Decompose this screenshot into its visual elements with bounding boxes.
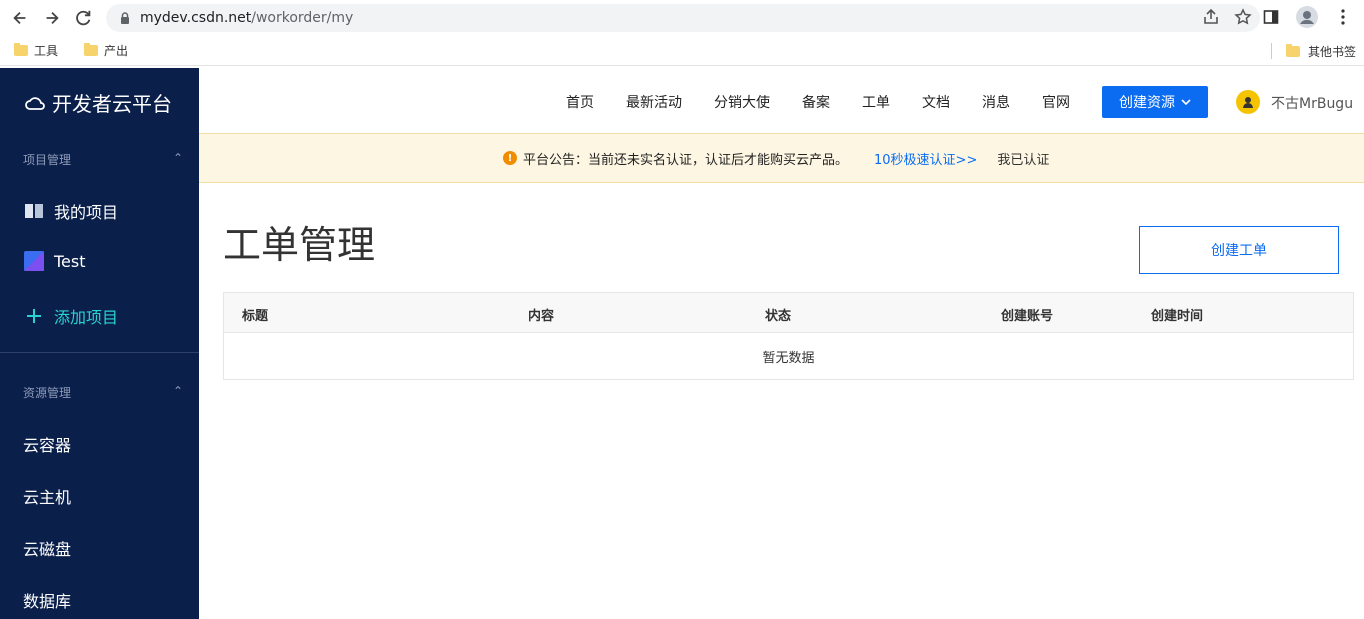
- column-created-time: 创建时间: [1151, 309, 1204, 324]
- folder-icon: [1285, 43, 1300, 57]
- create-resource-button[interactable]: 创建资源: [1102, 86, 1208, 118]
- star-icon[interactable]: [1234, 8, 1252, 26]
- reload-icon[interactable]: [68, 2, 100, 34]
- nav-workorder[interactable]: 工单: [862, 92, 890, 112]
- chevron-up-icon: ⌃: [172, 151, 183, 165]
- folder-icon: [14, 43, 28, 56]
- empty-state: 暂无数据: [762, 351, 815, 366]
- sidebar-item-my-projects[interactable]: 我的项目: [24, 199, 118, 223]
- book-icon: [24, 201, 44, 221]
- menu-icon[interactable]: [1332, 6, 1354, 28]
- column-account: 创建账号: [1001, 309, 1054, 324]
- nav-home[interactable]: 首页: [566, 92, 594, 112]
- notice-banner: ! 平台公告：当前还未实名认证，认证后才能购买云产品。 10秒极速认证>> 我已…: [199, 133, 1364, 183]
- top-nav: 首页 最新活动 分销大使 备案 工单 文档 消息 官网 创建资源 不古MrBug…: [199, 68, 1364, 133]
- column-title: 标题: [242, 309, 269, 324]
- plus-icon: [24, 306, 44, 326]
- page-title: 工单管理: [223, 223, 376, 267]
- nav-distribution[interactable]: 分销大使: [714, 92, 770, 112]
- create-ticket-button[interactable]: 创建工单: [1139, 226, 1339, 274]
- bookmark-output[interactable]: 产出: [84, 42, 138, 59]
- avatar[interactable]: [1236, 90, 1260, 114]
- sidebar-item-containers[interactable]: 云容器: [23, 432, 71, 456]
- nav-activities[interactable]: 最新活动: [626, 92, 682, 112]
- sidebar-item-database[interactable]: 数据库: [23, 588, 71, 612]
- verify-link[interactable]: 10秒极速认证>>: [874, 149, 977, 168]
- sidebar-item-disks[interactable]: 云磁盘: [23, 536, 71, 560]
- url-text: mydev.csdn.net/workorder/my: [140, 10, 354, 26]
- section-projects[interactable]: 项目管理 ⌃: [23, 151, 183, 168]
- lock-icon: [121, 12, 129, 24]
- notice-text: 平台公告：当前还未实名认证，认证后才能购买云产品。: [523, 152, 849, 168]
- logo-text: 开发者云平台: [52, 92, 172, 116]
- bookmark-tools[interactable]: 工具: [14, 42, 68, 59]
- table-header: 标题 内容 状态 创建账号 创建时间: [224, 293, 1353, 333]
- column-content: 内容: [528, 309, 555, 324]
- sidepanel-icon[interactable]: [1260, 6, 1282, 28]
- warning-icon: !: [503, 151, 517, 165]
- sidebar-divider: [0, 352, 199, 353]
- browser-toolbar: mydev.csdn.net/workorder/my: [0, 0, 1364, 36]
- sidebar-item-add-project[interactable]: 添加项目: [24, 304, 118, 328]
- bookmarks-bar: 工具 产出 其他书签: [0, 36, 1364, 66]
- section-resources[interactable]: 资源管理 ⌃: [23, 384, 183, 401]
- bookmark-divider: [1270, 43, 1272, 59]
- cloud-icon: [25, 96, 45, 110]
- address-bar[interactable]: mydev.csdn.net/workorder/my: [106, 4, 1260, 32]
- sidebar-item-hosts[interactable]: 云主机: [23, 484, 71, 508]
- folder-icon: [84, 43, 99, 56]
- nav-filing[interactable]: 备案: [802, 92, 830, 112]
- verified-link[interactable]: 我已认证: [997, 149, 1049, 168]
- sidebar: 开发者云平台 项目管理 ⌃ 我的项目 Test 添加项目 资源管理 ⌃ 云容器 …: [0, 68, 199, 619]
- workorder-table: 标题 内容 状态 创建账号 创建时间 暂无数据: [223, 292, 1354, 380]
- project-icon: [24, 251, 44, 271]
- nav-docs[interactable]: 文档: [922, 92, 950, 112]
- forward-icon[interactable]: [36, 2, 68, 34]
- share-icon[interactable]: [1202, 8, 1220, 26]
- chevron-down-icon: [1181, 99, 1191, 105]
- chevron-up-icon: ⌃: [172, 384, 183, 398]
- nav-links: 首页 最新活动 分销大使 备案 工单 文档 消息 官网: [566, 92, 1102, 112]
- nav-official-site[interactable]: 官网: [1042, 92, 1070, 112]
- nav-messages[interactable]: 消息: [982, 92, 1010, 112]
- back-icon[interactable]: [4, 2, 36, 34]
- other-bookmarks[interactable]: 其他书签: [1270, 36, 1356, 66]
- column-status: 状态: [765, 309, 792, 324]
- profile-icon[interactable]: [1296, 6, 1318, 28]
- username[interactable]: 不古MrBugu: [1271, 93, 1353, 113]
- logo[interactable]: 开发者云平台: [24, 88, 172, 117]
- sidebar-item-test[interactable]: Test: [24, 251, 86, 271]
